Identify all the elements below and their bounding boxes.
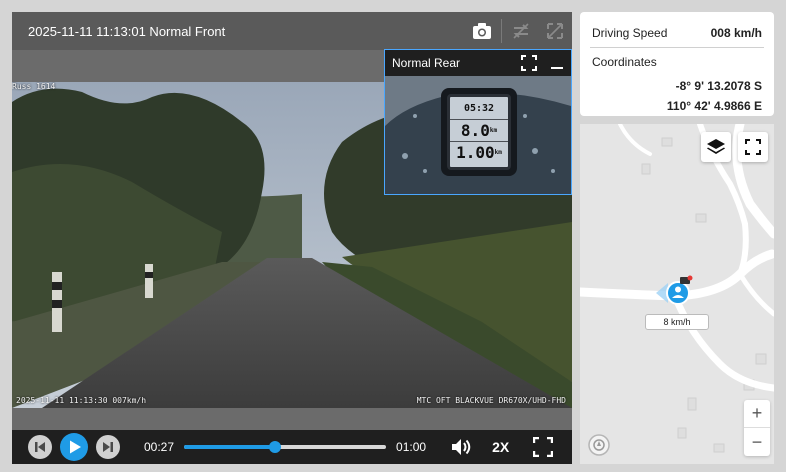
map-fullscreen-icon[interactable] bbox=[738, 132, 768, 162]
gps-odometer-value: 1.00 bbox=[456, 143, 495, 162]
player-header: 2025-11-11 11:13:01 Normal Front bbox=[12, 12, 572, 50]
latitude-value: -8° 9' 13.2078 S bbox=[675, 79, 762, 93]
zoom-out-button[interactable]: − bbox=[744, 428, 770, 456]
video-osd-camera-id: Russ 1614 bbox=[12, 82, 56, 91]
player-controls: 00:27 01:00 2X bbox=[12, 430, 572, 464]
zoom-control: + − bbox=[744, 400, 770, 456]
pip-expand-icon[interactable] bbox=[515, 50, 543, 76]
gps-time: 05:32 bbox=[463, 102, 495, 114]
longitude-value: 110° 42' 4.9866 E bbox=[666, 99, 762, 113]
rear-video-pip[interactable]: Normal Rear 05:32 8.0 km 1.00 km bbox=[384, 49, 572, 195]
playback-speed-button[interactable]: 2X bbox=[492, 439, 509, 455]
coordinates-label: Coordinates bbox=[592, 55, 657, 69]
seek-bar-handle[interactable] bbox=[268, 441, 281, 453]
gps-distance-unit: km bbox=[489, 127, 498, 134]
info-divider bbox=[590, 47, 764, 48]
fullscreen-icon[interactable] bbox=[533, 437, 554, 457]
pip-header: Normal Rear bbox=[385, 50, 571, 76]
gps-distance: 8.0 km bbox=[450, 119, 508, 141]
current-time: 00:27 bbox=[144, 440, 175, 454]
gps-device-screen: 05:32 8.0 km 1.00 km bbox=[447, 94, 511, 170]
seek-bar[interactable] bbox=[184, 441, 387, 453]
gps-odometer: 1.00 km bbox=[450, 141, 508, 163]
speed-label: Driving Speed bbox=[592, 26, 668, 40]
pip-minimize-icon[interactable] bbox=[543, 50, 571, 76]
speed-value: 008 km/h bbox=[710, 26, 762, 40]
seek-bar-progress bbox=[184, 445, 275, 449]
pip-title: Normal Rear bbox=[392, 56, 461, 70]
video-osd-device: MTC OFT BLACKVUE DR670X/UHD-FHD bbox=[416, 396, 566, 405]
swap-disabled-icon[interactable] bbox=[504, 12, 538, 50]
layers-icon[interactable] bbox=[701, 132, 731, 162]
speed-row: Driving Speed 008 km/h bbox=[592, 26, 762, 40]
map-view[interactable]: 8 km/h + − bbox=[580, 124, 774, 464]
player-title: 2025-11-11 11:13:01 Normal Front bbox=[28, 23, 226, 39]
rear-video: 05:32 8.0 km 1.00 km bbox=[385, 76, 571, 194]
gps-distance-value: 8.0 bbox=[460, 121, 490, 140]
vehicle-speed-tag: 8 km/h bbox=[645, 314, 709, 330]
vehicle-marker-icon[interactable] bbox=[656, 275, 696, 311]
dashcam-viewer: 2025-11-11 11:13:01 Normal Front Russ 16… bbox=[0, 0, 786, 472]
compass-icon[interactable] bbox=[588, 434, 610, 456]
next-icon[interactable] bbox=[96, 435, 120, 459]
video-osd-timestamp: 2025-11-11 11:13:30 007km/h bbox=[16, 396, 147, 405]
play-icon[interactable] bbox=[60, 433, 88, 461]
camera-icon[interactable] bbox=[465, 12, 499, 50]
gps-odometer-unit: km bbox=[494, 149, 502, 156]
previous-icon[interactable] bbox=[28, 435, 52, 459]
crop-disabled-icon[interactable] bbox=[538, 12, 572, 50]
volume-icon[interactable] bbox=[450, 436, 472, 458]
duration: 01:00 bbox=[396, 440, 427, 454]
zoom-in-button[interactable]: + bbox=[744, 400, 770, 428]
telemetry-panel: Driving Speed 008 km/h Coordinates -8° 9… bbox=[580, 12, 774, 116]
header-divider bbox=[501, 19, 502, 43]
video-player: 2025-11-11 11:13:01 Normal Front Russ 16… bbox=[12, 12, 572, 464]
